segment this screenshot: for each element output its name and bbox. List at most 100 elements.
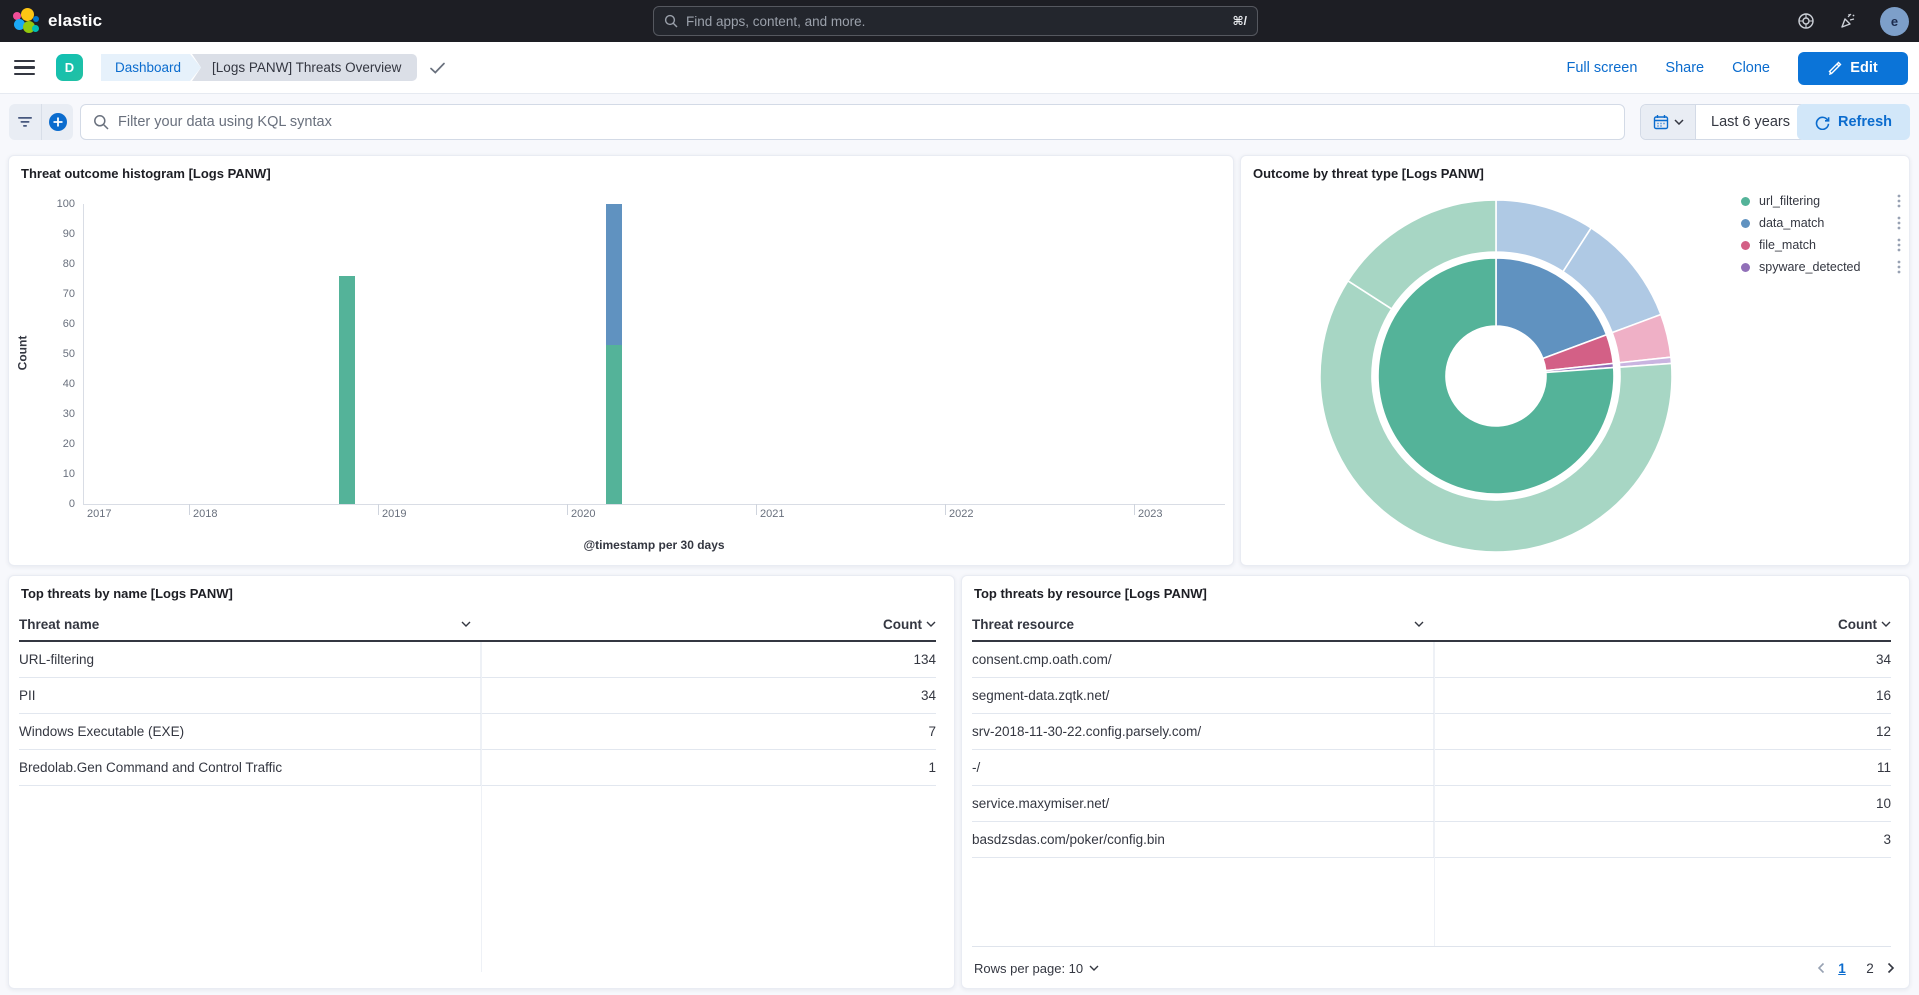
legend-dot [1741,197,1750,206]
histogram-bar-segment[interactable] [339,276,355,504]
count-cell: 16 [1434,688,1891,703]
user-avatar[interactable]: e [1880,7,1909,36]
saved-check-icon[interactable] [429,61,446,75]
breadcrumb: Dashboard [Logs PANW] Threats Overview [101,54,446,81]
time-range-value[interactable]: Last 6 years [1696,105,1805,139]
filter-controls [9,104,73,140]
share-link[interactable]: Share [1665,60,1704,76]
legend-more-icon[interactable] [1897,238,1901,252]
legend-item-file_match[interactable]: file_match [1741,234,1901,256]
x-axis-tick-label: 2020 [571,508,595,520]
pagination: 1 2 [1817,957,1895,979]
pencil-icon [1828,61,1842,75]
legend-item-url_filtering[interactable]: url_filtering [1741,190,1901,212]
table-row: Bredolab.Gen Command and Control Traffic… [19,750,936,786]
clone-link[interactable]: Clone [1732,60,1770,76]
x-axis-title: @timestamp per 30 days [83,538,1225,552]
rows-per-page-selector[interactable]: Rows per page: 10 [974,961,1099,976]
x-axis-tick-label: 2021 [760,508,784,520]
full-screen-link[interactable]: Full screen [1566,60,1637,76]
legend-item-data_match[interactable]: data_match [1741,212,1901,234]
time-picker: Last 6 years [1640,104,1806,140]
next-page-icon[interactable] [1887,962,1895,974]
add-filter-button[interactable] [41,104,73,140]
legend-dot [1741,219,1750,228]
y-axis-tick: 40 [35,378,75,390]
global-search-input[interactable] [686,14,1233,29]
x-axis-tick [756,504,757,515]
chevron-down-icon [926,621,936,627]
threat-cell: PII [19,678,481,713]
panel-outcome-by-threat-type: Outcome by threat type [Logs PANW] url_f… [1240,155,1910,566]
table-body-divider [972,946,1891,947]
y-axis-tick: 50 [35,348,75,360]
news-feed-icon[interactable] [1838,11,1858,31]
filter-list-button[interactable] [9,104,41,140]
search-icon [93,114,109,130]
kql-search[interactable] [80,104,1625,140]
nav-right-icons: e [1796,0,1909,42]
x-axis-tick-label: 2017 [87,508,111,520]
refresh-button[interactable]: Refresh [1797,104,1910,140]
column-divider [1434,642,1435,946]
chart-legend: url_filteringdata_matchfile_matchspyware… [1741,190,1901,278]
menu-icon[interactable] [14,56,38,80]
threats-by-resource-table: Threat resource Count consent.cmp.oath.c… [972,608,1891,858]
table-row: URL-filtering134 [19,642,936,678]
breadcrumb-dashboard[interactable]: Dashboard [101,54,201,81]
help-icon[interactable] [1796,11,1816,31]
histogram-bar-segment[interactable] [606,204,622,345]
legend-more-icon[interactable] [1897,260,1901,274]
legend-more-icon[interactable] [1897,194,1901,208]
kql-input[interactable] [118,114,1612,130]
edit-button[interactable]: Edit [1798,52,1908,85]
space-badge[interactable]: D [56,54,83,81]
legend-item-spyware_detected[interactable]: spyware_detected [1741,256,1901,278]
page-button-1[interactable]: 1 [1831,957,1853,979]
threats-by-name-table: Threat name Count URL-filtering134PII34W… [19,608,936,786]
table-body: URL-filtering134PII34Windows Executable … [19,642,936,786]
page-button-2[interactable]: 2 [1859,957,1881,979]
legend-more-icon[interactable] [1897,216,1901,230]
count-cell: 34 [1434,652,1891,667]
column-header-threat-name[interactable]: Threat name [19,617,481,632]
y-axis-tick: 100 [35,198,75,210]
threat-cell: segment-data.zqtk.net/ [972,678,1434,713]
count-cell: 11 [1434,760,1891,775]
table-row: Windows Executable (EXE)7 [19,714,936,750]
elastic-logo[interactable]: elastic [0,8,102,34]
column-header-count[interactable]: Count [1434,617,1891,632]
y-axis-tick: 90 [35,228,75,240]
calendar-button[interactable] [1641,105,1696,139]
x-axis-tick [378,504,379,515]
y-axis-tick: 0 [35,498,75,510]
x-axis-tick-label: 2023 [1138,508,1162,520]
panel-title: Top threats by name [Logs PANW] [21,586,233,601]
logo-text: elastic [48,11,102,31]
legend-label: spyware_detected [1759,260,1897,274]
threat-cell: -/ [972,750,1434,785]
threat-cell: srv-2018-11-30-22.config.parsely.com/ [972,714,1434,749]
column-header-count[interactable]: Count [481,617,936,632]
histogram-bar-segment[interactable] [606,345,622,504]
y-axis-tick: 30 [35,408,75,420]
count-cell: 10 [1434,796,1891,811]
panel-threat-outcome-histogram: Threat outcome histogram [Logs PANW] Cou… [8,155,1234,566]
y-axis-tick: 70 [35,288,75,300]
dashboard-actions: Full screen Share Clone Edit [1566,42,1919,94]
table-row: PII34 [19,678,936,714]
table-footer: Rows per page: 10 1 2 [974,956,1895,980]
table-header: Threat resource Count [972,608,1891,642]
y-axis-tick: 10 [35,468,75,480]
column-header-threat-resource[interactable]: Threat resource [972,617,1434,632]
histogram-chart: Count @timestamp per 30 days 01020304050… [9,156,1233,565]
refresh-icon [1815,115,1830,130]
previous-page-icon[interactable] [1817,962,1825,974]
filter-icon [17,115,33,129]
filter-bar: Last 6 years Refresh [0,94,1919,150]
global-search[interactable]: ⌘/ [653,6,1258,36]
y-axis-title: Count [15,336,29,371]
count-cell: 134 [481,652,936,667]
chevron-down-icon [1414,621,1424,627]
x-axis-tick-label: 2018 [193,508,217,520]
